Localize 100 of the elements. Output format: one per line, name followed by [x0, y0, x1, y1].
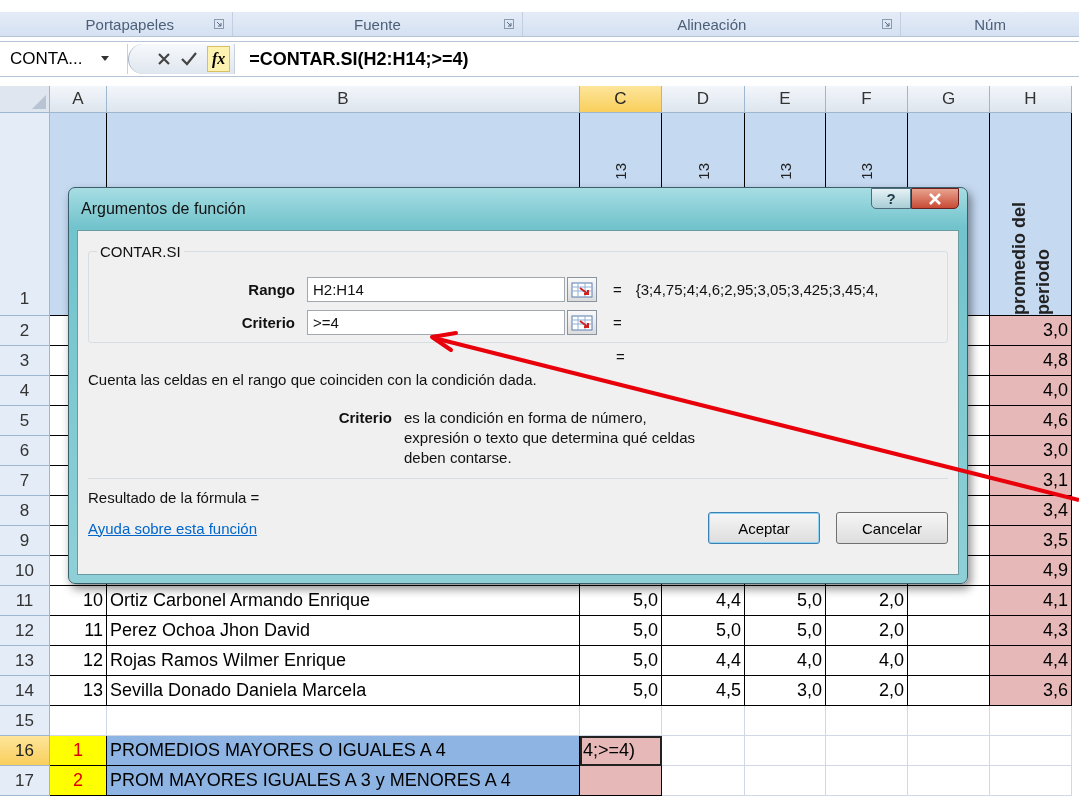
dialog-button[interactable]: Cancelar: [836, 512, 948, 544]
table-cell: 3,0: [990, 436, 1072, 466]
close-icon: [928, 192, 942, 205]
column-header[interactable]: F: [826, 86, 908, 113]
column-header[interactable]: C: [580, 86, 662, 113]
range-picker-button[interactable]: [567, 310, 597, 335]
name-box[interactable]: CONTA...: [0, 44, 128, 74]
caret-icon: [100, 56, 111, 62]
table-cell: 4,6: [990, 406, 1072, 436]
table-cell: 4,4: [662, 646, 745, 676]
row-header[interactable]: 4: [0, 376, 50, 406]
table-cell: 2: [50, 766, 107, 796]
table-cell: PROMEDIOS MAYORES O IGUALES A 4: [107, 736, 580, 766]
help-link[interactable]: Ayuda sobre esta función: [88, 519, 257, 537]
row-header[interactable]: 2: [0, 316, 50, 346]
argument-field[interactable]: H2:H14: [307, 277, 565, 302]
table-cell: 4,8: [990, 346, 1072, 376]
column-header[interactable]: E: [745, 86, 826, 113]
parameter-description: es la condición en forma de número, expresión o texto que determina qué celdas deben contarse.: [404, 408, 697, 468]
table-cell: 5,0: [580, 646, 662, 676]
help-button[interactable]: ?: [871, 188, 911, 209]
table-cell: 5,0: [745, 586, 826, 616]
dialog-launcher-icon[interactable]: [882, 19, 893, 29]
dialog-launcher-icon[interactable]: [504, 19, 515, 29]
table-cell: 4,3: [990, 616, 1072, 646]
table-cell: 5,0: [745, 616, 826, 646]
table-cell: 4,1: [990, 586, 1072, 616]
close-button[interactable]: [911, 188, 959, 209]
column-title: 13: [776, 163, 794, 180]
table-cell: 5,0: [580, 616, 662, 646]
row-header[interactable]: 9: [0, 526, 50, 556]
table-cell: 4,9: [990, 556, 1072, 586]
ribbon-group-label: Núm: [974, 15, 1006, 33]
table-cell[interactable]: 4;>=4): [580, 736, 662, 766]
row-header[interactable]: 5: [0, 406, 50, 436]
range-picker-button[interactable]: [567, 277, 597, 302]
row-header[interactable]: 11: [0, 586, 50, 616]
column-header[interactable]: D: [662, 86, 745, 113]
column-header[interactable]: B: [107, 86, 580, 113]
row-header[interactable]: 15: [0, 706, 50, 736]
column-header[interactable]: G: [908, 86, 990, 113]
row-header[interactable]: 12: [0, 616, 50, 646]
table-cell: PROM MAYORES IGUALES A 3 y MENORES A 4: [107, 766, 580, 796]
argument-field[interactable]: >=4: [307, 310, 565, 335]
row-header[interactable]: 13: [0, 646, 50, 676]
row-header[interactable]: 1: [0, 113, 50, 316]
equals-sign: =: [616, 347, 625, 365]
row-header[interactable]: 7: [0, 466, 50, 496]
ribbon-group-label: Alineación: [677, 15, 747, 33]
table-cell: 4,4: [662, 586, 745, 616]
parameter-name: Criterio: [337, 408, 393, 428]
column-title: promedio del periodo: [1007, 201, 1054, 315]
table-cell: 5,0: [580, 586, 662, 616]
table-cell: 3,6: [990, 676, 1072, 706]
table-cell: 5,0: [580, 676, 662, 706]
table-cell: 3,0: [745, 676, 826, 706]
row-header[interactable]: 6: [0, 436, 50, 466]
row-header[interactable]: 14: [0, 676, 50, 706]
argument-value: {3;4,75;4;4,6;2,95;3,05;3,425;3,45;4,: [635, 281, 879, 298]
table-cell: 3,0: [990, 316, 1072, 346]
table-cell: 1: [50, 736, 107, 766]
table-cell: 4,0: [826, 646, 908, 676]
table-cell: 11: [50, 616, 107, 646]
table-cell: 2,0: [826, 676, 908, 706]
formula-field[interactable]: =CONTAR.SI(H2:H14;>=4): [234, 44, 1079, 74]
table-cell: Ortiz Carbonel Armando Enrique: [107, 586, 580, 616]
table-cell: 4,4: [990, 646, 1072, 676]
table-cell: 10: [50, 586, 107, 616]
argument-label: Rango: [247, 281, 296, 298]
table-cell: Sevilla Donado Daniela Marcela: [107, 676, 580, 706]
table-cell: 13: [50, 676, 107, 706]
grid-arrow-icon: [571, 314, 593, 331]
function-description: Cuenta las celdas en el rango que coinciden con la condición dada.: [88, 371, 538, 388]
formula-result-label: Resultado de la fórmula =: [88, 489, 261, 506]
check-icon[interactable]: [181, 52, 197, 66]
row-header[interactable]: 17: [0, 766, 50, 796]
argument-label: Criterio: [240, 314, 296, 331]
insert-function-button[interactable]: fx: [207, 46, 231, 72]
cancel-icon[interactable]: [157, 52, 171, 66]
table-cell: Rojas Ramos Wilmer Enrique: [107, 646, 580, 676]
row-header[interactable]: 10: [0, 556, 50, 586]
dialog-launcher-icon[interactable]: [213, 19, 224, 29]
table-cell: 4,0: [745, 646, 826, 676]
ribbon-group-label: Portapapeles: [85, 15, 174, 33]
row-header[interactable]: 8: [0, 496, 50, 526]
ribbon-group-label: Fuente: [354, 15, 401, 33]
table-cell: 2,0: [826, 616, 908, 646]
table-cell[interactable]: [580, 766, 662, 796]
equals-sign: =: [613, 314, 622, 331]
table-cell: 5,0: [662, 616, 745, 646]
dialog-button[interactable]: Aceptar: [708, 512, 820, 544]
column-header[interactable]: A: [50, 86, 107, 113]
row-header[interactable]: 3: [0, 346, 50, 376]
table-cell: 3,5: [990, 526, 1072, 556]
column-title: 13: [858, 163, 875, 180]
equals-sign: =: [613, 281, 622, 298]
table-cell: 4,5: [662, 676, 745, 706]
column-header[interactable]: H: [990, 86, 1072, 113]
row-header[interactable]: 16: [0, 736, 50, 766]
grid-arrow-icon: [571, 281, 593, 298]
